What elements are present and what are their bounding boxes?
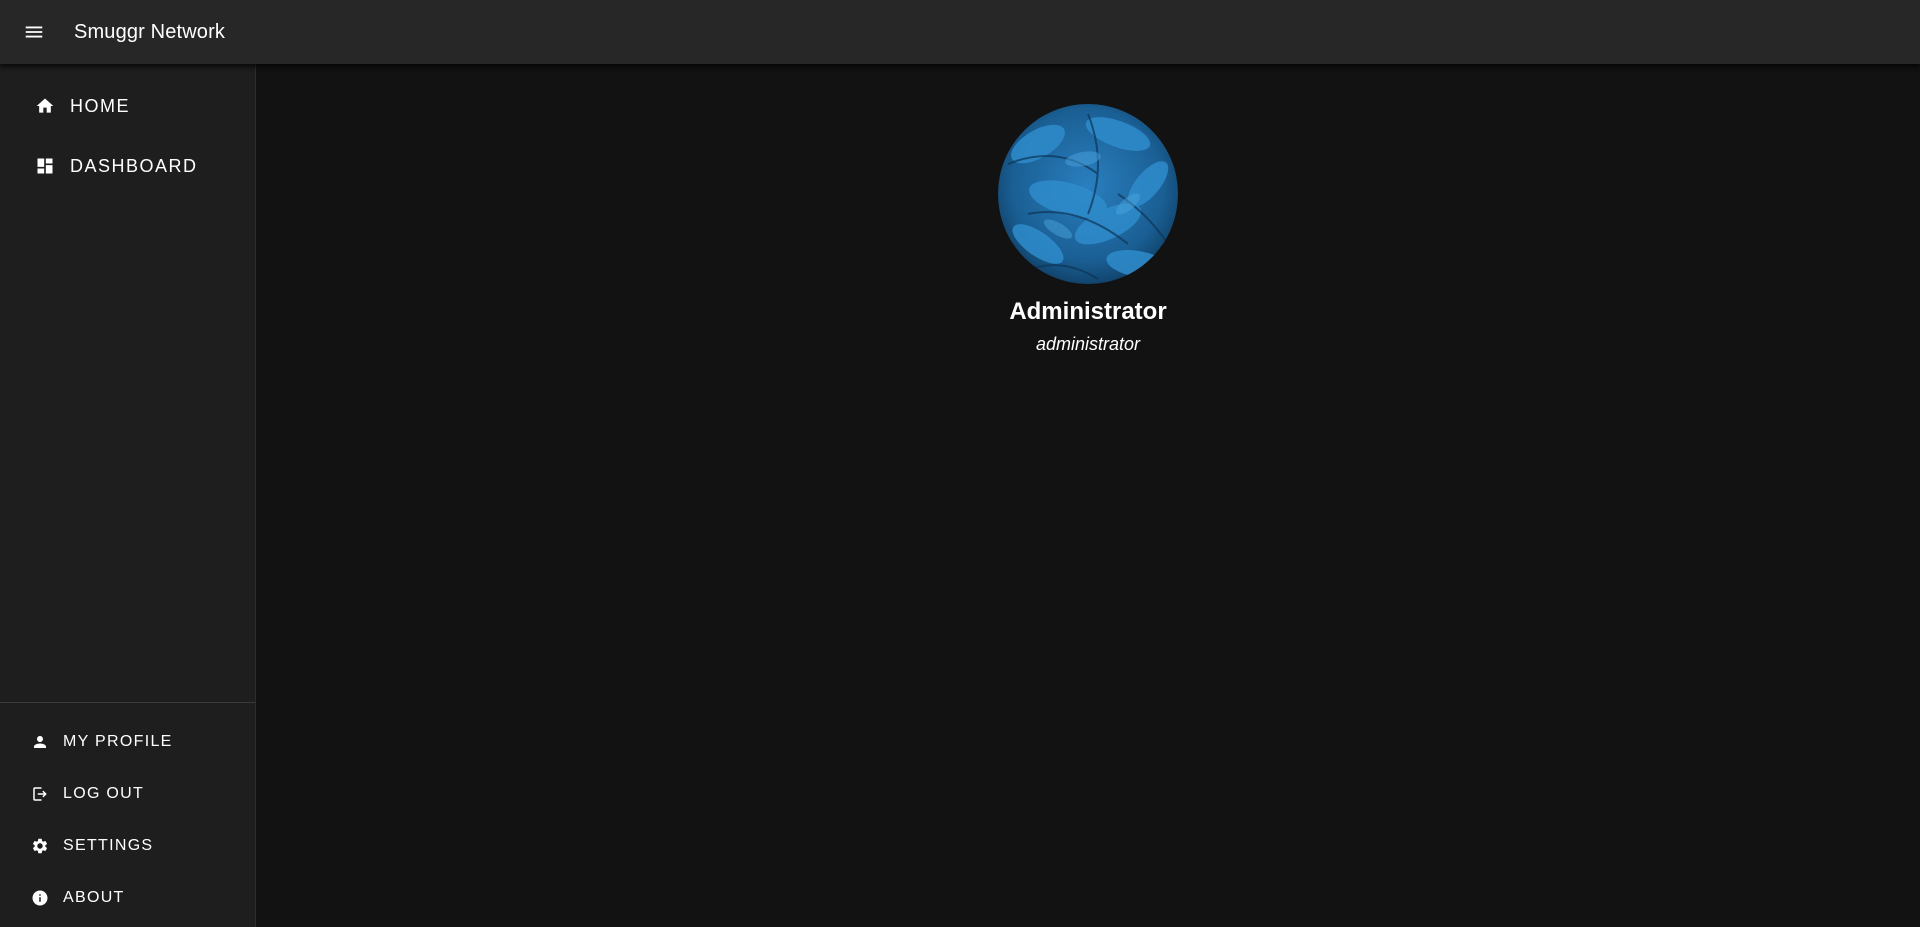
hamburger-menu-icon	[25, 26, 43, 38]
profile-display-name: Administrator	[1009, 298, 1167, 325]
sidebar-item-my-profile[interactable]: MY PROFILE	[0, 716, 255, 768]
sidebar: HOME DASHBOARD MY PROFILE LOG OUT SETTIN…	[0, 64, 256, 927]
sidebar-item-label: MY PROFILE	[63, 733, 173, 750]
home-icon	[34, 95, 56, 117]
main-content: Administrator administrator	[256, 64, 1920, 927]
menu-button[interactable]	[10, 8, 58, 56]
blue-leaves-avatar	[998, 104, 1178, 284]
sidebar-item-dashboard[interactable]: DASHBOARD	[0, 136, 255, 196]
sidebar-item-label: SETTINGS	[63, 837, 154, 854]
app-title: Smuggr Network	[74, 20, 226, 43]
info-icon	[30, 888, 50, 908]
avatar	[998, 104, 1178, 284]
dashboard-icon	[34, 155, 56, 177]
sidebar-top-nav: HOME DASHBOARD	[0, 76, 255, 196]
sidebar-item-label: DASHBOARD	[70, 155, 198, 176]
sidebar-divider	[0, 702, 255, 703]
app-bar: Smuggr Network	[0, 0, 1920, 64]
sidebar-item-settings[interactable]: SETTINGS	[0, 820, 255, 872]
sidebar-bottom-nav: MY PROFILE LOG OUT SETTINGS ABOUT	[0, 716, 255, 924]
logout-icon	[30, 784, 50, 804]
sidebar-item-label: LOG OUT	[63, 785, 145, 802]
sidebar-item-label: HOME	[70, 95, 130, 116]
sidebar-item-log-out[interactable]: LOG OUT	[0, 768, 255, 820]
sidebar-item-home[interactable]: HOME	[0, 76, 255, 136]
profile-card: Administrator administrator	[256, 104, 1920, 355]
gear-icon	[30, 836, 50, 856]
profile-role: administrator	[1035, 334, 1141, 354]
person-icon	[30, 732, 50, 752]
sidebar-item-about[interactable]: ABOUT	[0, 872, 255, 924]
sidebar-item-label: ABOUT	[63, 889, 125, 906]
